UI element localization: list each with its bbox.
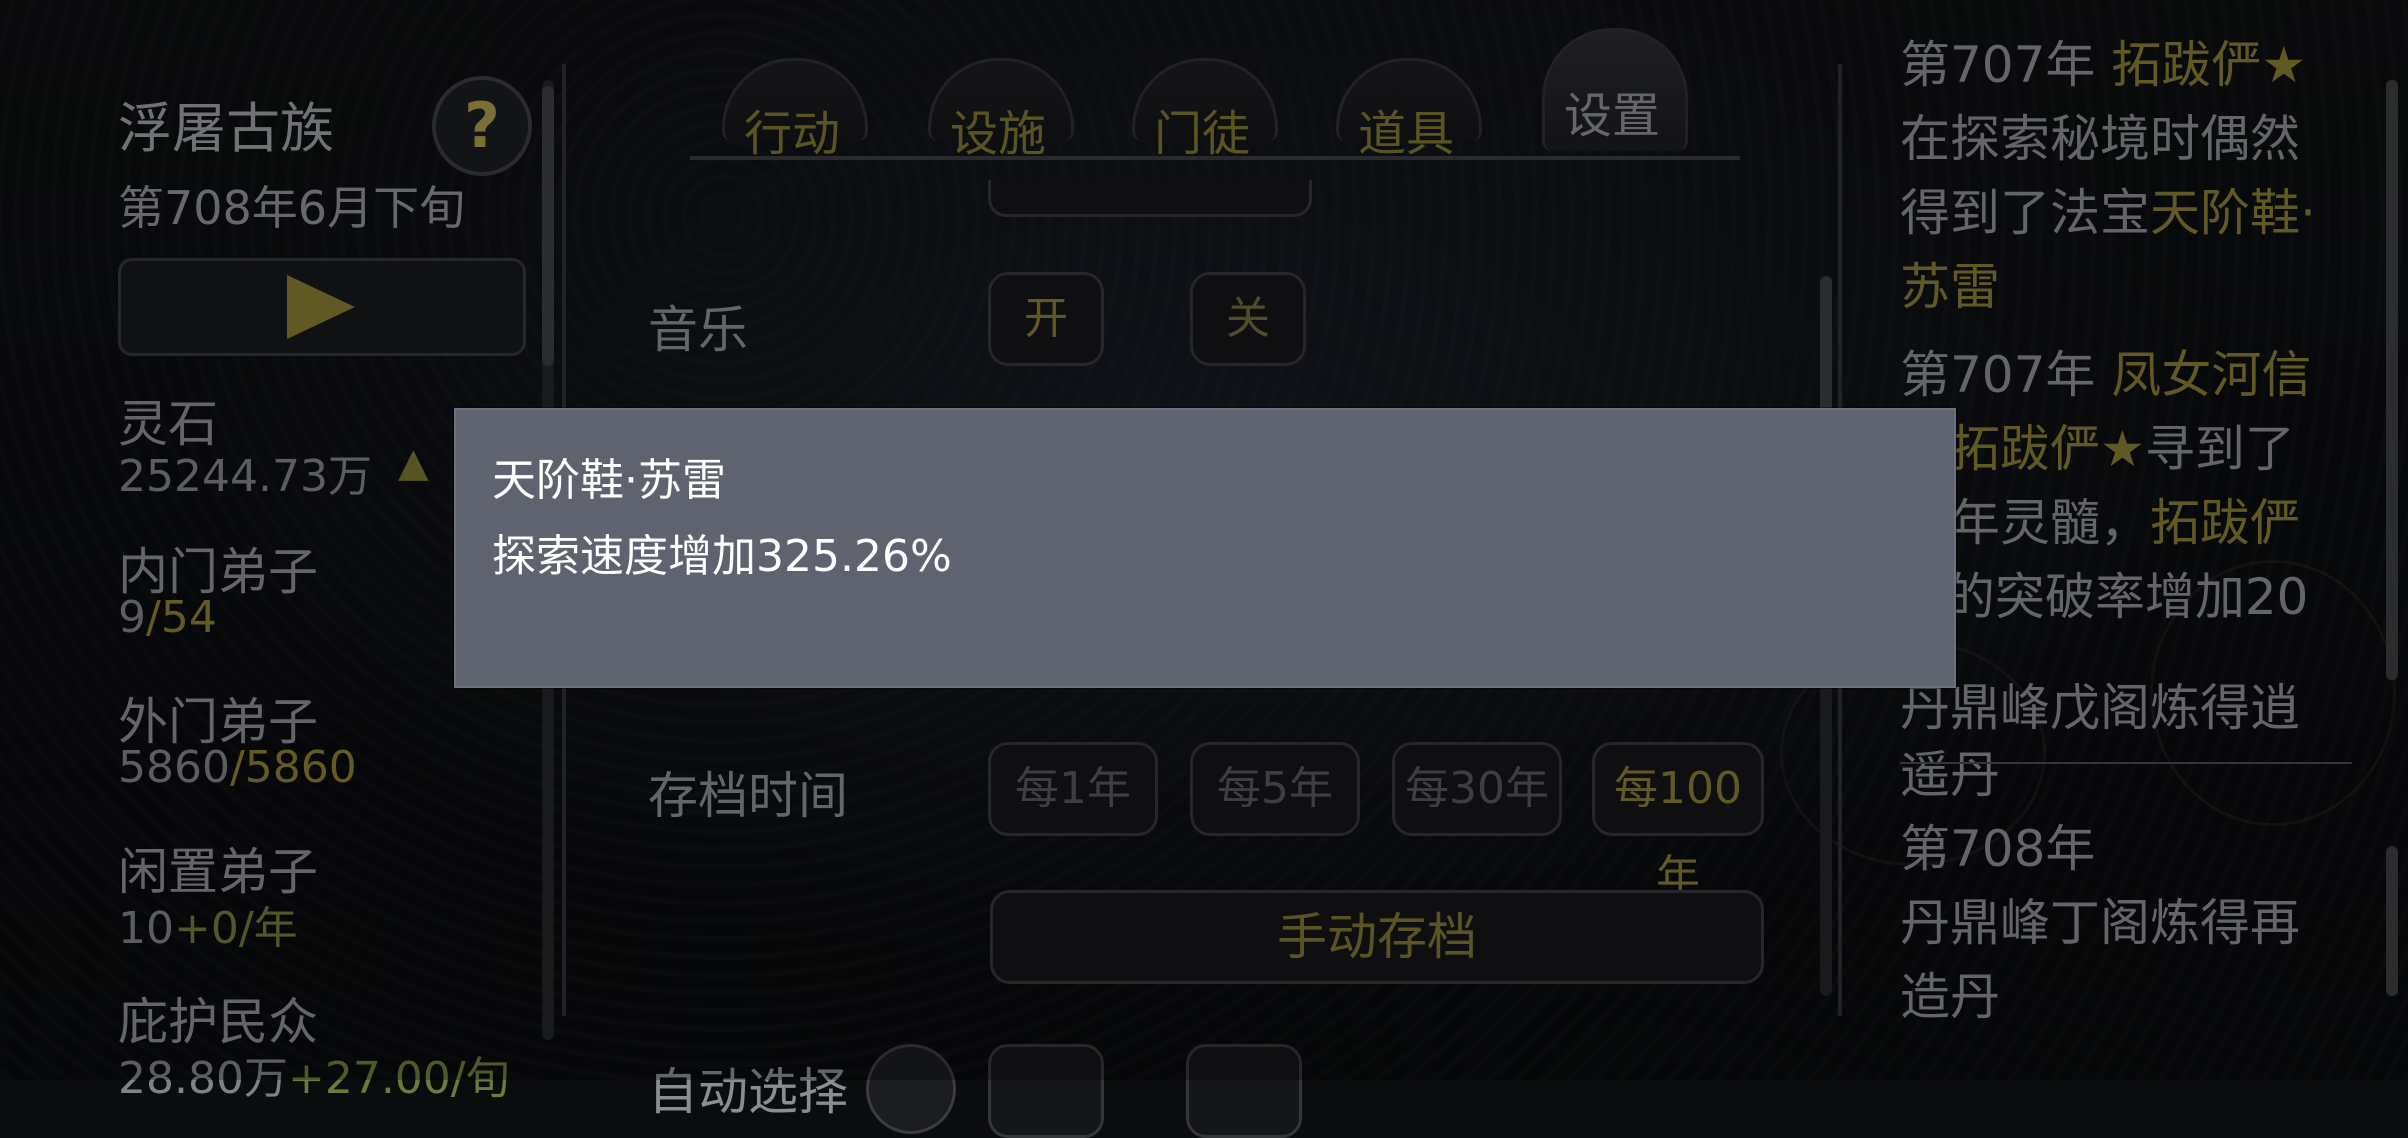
tooltip-description: 探索速度增加325.26%: [492, 531, 952, 582]
tooltip-title: 天阶鞋·苏雷: [492, 455, 726, 506]
item-tooltip: 天阶鞋·苏雷 探索速度增加325.26%: [454, 408, 1956, 688]
